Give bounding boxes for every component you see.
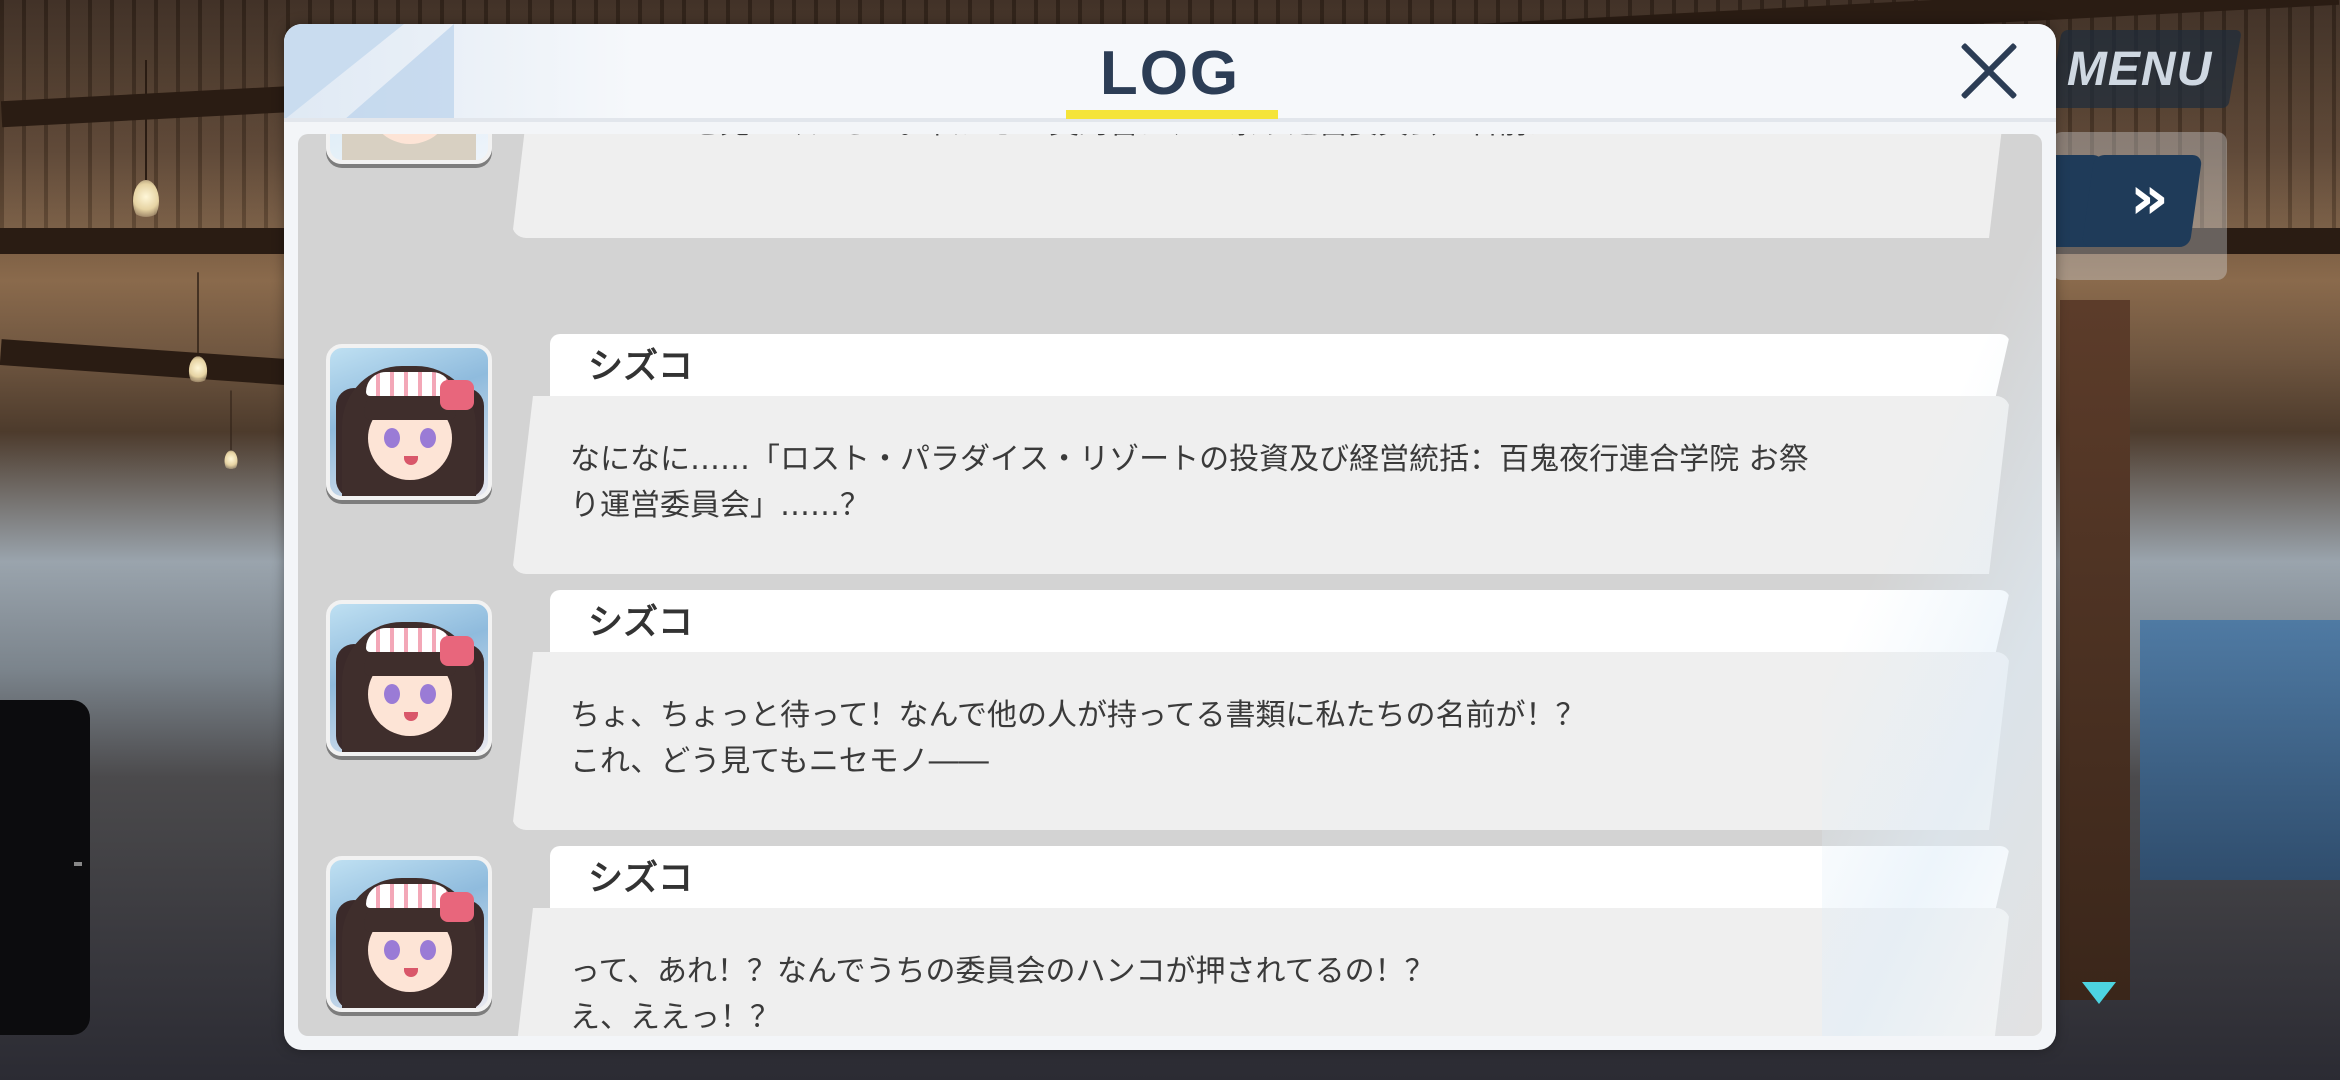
- portrait-bow: [440, 380, 474, 410]
- fast-forward-button[interactable]: »: [2081, 155, 2203, 247]
- log-entry: ……ここを見てください。私たちの契約書に、お祭り運営委員会の名前が……: [298, 134, 2042, 254]
- speaker-name-bar: [550, 334, 2010, 398]
- log-entry: シズコ って、あれ！？なんでうちの委員会のハンコが押されてるの！？ え、ええっ！…: [298, 846, 2042, 1036]
- speaker-name-bar: [550, 590, 2010, 654]
- portrait-eye: [384, 940, 400, 960]
- dialogue-line: え、ええっ！？: [570, 1000, 780, 1035]
- log-scroll-area[interactable]: ……ここを見てください。私たちの契約書に、お祭り運営委員会の名前が…… シズコ: [298, 134, 2042, 1036]
- speaker-name: シズコ: [588, 347, 694, 387]
- dialogue-line: これ、どう見てもニセモノ――: [570, 744, 989, 779]
- character-portrait-shizuko: [326, 856, 492, 1012]
- portrait-eye: [384, 428, 400, 448]
- portrait-eye: [420, 428, 436, 448]
- character-portrait-silver-hair: [326, 134, 492, 164]
- portrait-mouth: [404, 712, 418, 721]
- log-dialog: LOG ……ここを見てください。私たちの契約書に、お祭り運営委員会の名前が……: [284, 24, 2056, 1050]
- portrait-eye: [420, 684, 436, 704]
- close-button[interactable]: [1956, 38, 2022, 104]
- portrait-bow: [440, 892, 474, 922]
- lantern-icon: [224, 390, 238, 472]
- dialogue-bubble: [512, 134, 2010, 238]
- log-dialog-header: LOG: [284, 24, 2056, 122]
- menu-button-label: MENU: [2066, 43, 2213, 96]
- wooden-pillar: [2060, 300, 2130, 1000]
- character-portrait-shizuko: [326, 600, 492, 756]
- portrait-eye: [420, 940, 436, 960]
- festival-stall: [2140, 620, 2340, 880]
- character-portrait-shizuko: [326, 344, 492, 500]
- portrait-eye: [384, 684, 400, 704]
- fast-forward-icon: »: [2130, 163, 2155, 233]
- dialogue-line: なになに……「ロスト・パラダイス・リゾートの投資及び経営統括：百鬼夜行連合学院 …: [570, 442, 1809, 477]
- speaker-name: シズコ: [588, 859, 694, 899]
- dialogue-line: って、あれ！？なんでうちの委員会のハンコが押されてるの！？: [570, 954, 1435, 989]
- lantern-icon: [133, 60, 159, 222]
- menu-button[interactable]: MENU: [2048, 30, 2242, 108]
- log-title: LOG: [1099, 39, 1241, 108]
- scroll-down-indicator-icon: [2082, 982, 2116, 1004]
- side-panel-marker: [74, 862, 82, 866]
- speaker-name: シズコ: [588, 603, 694, 643]
- log-entry: シズコ ちょ、ちょっと待って！なんで他の人が持ってる書類に私たちの名前が！？ こ…: [298, 590, 2042, 846]
- speaker-name-bar: [550, 846, 2010, 910]
- portrait-mouth: [404, 968, 418, 977]
- log-entry: シズコ なになに……「ロスト・パラダイス・リゾートの投資及び経営統括：百鬼夜行連…: [298, 334, 2042, 590]
- title-underline: [1066, 110, 1278, 119]
- dialogue-line: り運営委員会」……？: [570, 488, 870, 523]
- dialogue-line: ……ここを見てください。私たちの契約書に、お祭り運営委員会の名前が……: [570, 134, 1618, 142]
- dialogue-line: ちょ、ちょっと待って！なんで他の人が持ってる書類に私たちの名前が！？: [570, 698, 1586, 733]
- side-panel: [0, 700, 90, 1035]
- lantern-icon: [188, 272, 208, 386]
- portrait-mouth: [404, 456, 418, 465]
- portrait-bow: [440, 636, 474, 666]
